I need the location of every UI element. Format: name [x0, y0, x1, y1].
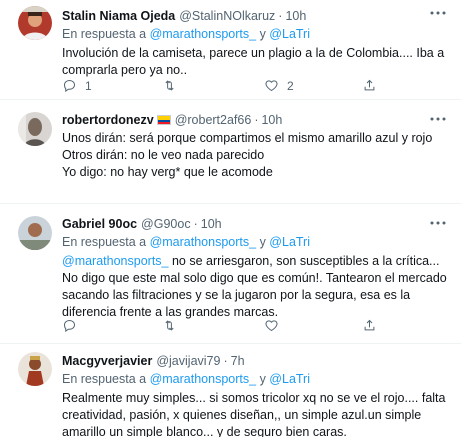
share-icon	[364, 79, 375, 91]
user-handle[interactable]: @javijavi79	[156, 353, 220, 369]
reply-context: En respuesta a @marathonsports_ y @LaTri	[62, 234, 449, 251]
reply-and: y	[259, 372, 266, 386]
reply-mention-marathonsports[interactable]: @marathonsports_	[150, 27, 257, 41]
retweet-icon	[165, 320, 174, 331]
tweet-content: robertordonezv @robert2af66 · 10h Unos d…	[62, 112, 449, 181]
more-icon[interactable]	[429, 216, 447, 232]
retweet-button[interactable]	[162, 318, 177, 333]
reply-context: En respuesta a @marathonsports_ y @LaTri	[62, 26, 449, 43]
reply-context: En respuesta a @marathonsports_ y @LaTri	[62, 371, 449, 388]
separator-dot: ·	[223, 354, 228, 368]
tweet-actions	[62, 318, 442, 336]
like-button[interactable]: 2	[264, 78, 294, 93]
tweet-text-line: Unos dirán: será porque compartimos el m…	[62, 131, 433, 145]
tweet-header: robertordonezv @robert2af66 · 10h	[62, 112, 449, 128]
display-name[interactable]: Macgyverjavier	[62, 353, 152, 369]
like-icon	[265, 80, 278, 92]
text-mention-marathonsports[interactable]: @marathonsports_	[62, 254, 169, 268]
share-icon	[364, 319, 375, 331]
display-name[interactable]: robertordonezv	[62, 112, 154, 128]
tweet-header: Stalin Niama Ojeda @StalinNOlkaruz · 10h	[62, 8, 449, 24]
reply-and: y	[259, 235, 266, 249]
reply-prefix: En respuesta a	[62, 372, 147, 386]
avatar[interactable]	[18, 112, 52, 146]
reply-and: y	[259, 27, 266, 41]
ecuador-flag-icon	[156, 115, 171, 125]
reply-feed: Stalin Niama Ojeda @StalinNOlkaruz · 10h…	[0, 0, 461, 437]
tweet-text: Realmente muy simples... si somos tricol…	[62, 391, 446, 437]
reply-mention-latri[interactable]: @LaTri	[269, 27, 310, 41]
like-count: 2	[287, 78, 294, 93]
reply-prefix: En respuesta a	[62, 27, 147, 41]
user-handle[interactable]: @StalinNOlkaruz	[179, 8, 275, 24]
reply-mention-latri[interactable]: @LaTri	[269, 235, 310, 249]
tweet-text: @marathonsports_ no se arriesgaron, son …	[62, 253, 449, 321]
tweet-content: Stalin Niama Ojeda @StalinNOlkaruz · 10h…	[62, 8, 449, 79]
timestamp[interactable]: 7h	[231, 353, 245, 369]
separator-dot: ·	[278, 9, 283, 23]
reply-button[interactable]	[62, 318, 77, 333]
avatar[interactable]	[18, 6, 52, 40]
user-handle[interactable]: @G90oc	[141, 216, 191, 232]
like-icon	[265, 320, 278, 332]
separator-dot: ·	[193, 217, 198, 231]
tweet-robertordonezv[interactable]: robertordonezv @robert2af66 · 10h Unos d…	[0, 100, 461, 204]
avatar[interactable]	[18, 216, 52, 250]
user-handle[interactable]: @robert2af66	[175, 112, 252, 128]
share-button[interactable]	[362, 78, 377, 93]
reply-icon	[63, 79, 76, 93]
retweet-icon	[165, 80, 174, 91]
more-icon[interactable]	[429, 112, 447, 128]
timestamp[interactable]: 10h	[261, 112, 282, 128]
tweet-gabriel[interactable]: Gabriel 90oc @G90oc · 10h En respuesta a…	[0, 204, 461, 344]
more-icon[interactable]	[429, 6, 447, 22]
reply-prefix: En respuesta a	[62, 235, 147, 249]
tweet-actions: 1 2	[62, 78, 442, 96]
reply-mention-latri[interactable]: @LaTri	[269, 372, 310, 386]
reply-mention-marathonsports[interactable]: @marathonsports_	[150, 372, 257, 386]
reply-button[interactable]: 1	[62, 78, 92, 93]
retweet-button[interactable]	[162, 78, 185, 93]
tweet-content: Macgyverjavier @javijavi79 · 7h En respu…	[62, 353, 449, 437]
like-button[interactable]	[264, 318, 279, 333]
tweet-stalin[interactable]: Stalin Niama Ojeda @StalinNOlkaruz · 10h…	[0, 0, 461, 100]
tweet-header: Gabriel 90oc @G90oc · 10h	[62, 216, 449, 232]
separator-dot: ·	[254, 113, 259, 127]
tweet-text-line: Yo digo: no hay verg* que le acomode	[62, 165, 273, 179]
display-name[interactable]: Gabriel 90oc	[62, 216, 137, 232]
reply-icon	[63, 319, 76, 333]
timestamp[interactable]: 10h	[201, 216, 222, 232]
tweet-text: Involución de la camiseta, parece un pla…	[62, 46, 445, 77]
tweet-macgyverjavier[interactable]: Macgyverjavier @javijavi79 · 7h En respu…	[0, 344, 461, 437]
timestamp[interactable]: 10h	[285, 8, 306, 24]
reply-count: 1	[85, 78, 92, 93]
display-name[interactable]: Stalin Niama Ojeda	[62, 8, 175, 24]
share-button[interactable]	[362, 318, 377, 333]
avatar[interactable]	[18, 352, 52, 386]
tweet-header: Macgyverjavier @javijavi79 · 7h	[62, 353, 449, 369]
reply-mention-marathonsports[interactable]: @marathonsports_	[150, 235, 257, 249]
tweet-content: Gabriel 90oc @G90oc · 10h En respuesta a…	[62, 216, 449, 321]
tweet-text-line: Otros dirán: no le veo nada parecido	[62, 148, 265, 162]
